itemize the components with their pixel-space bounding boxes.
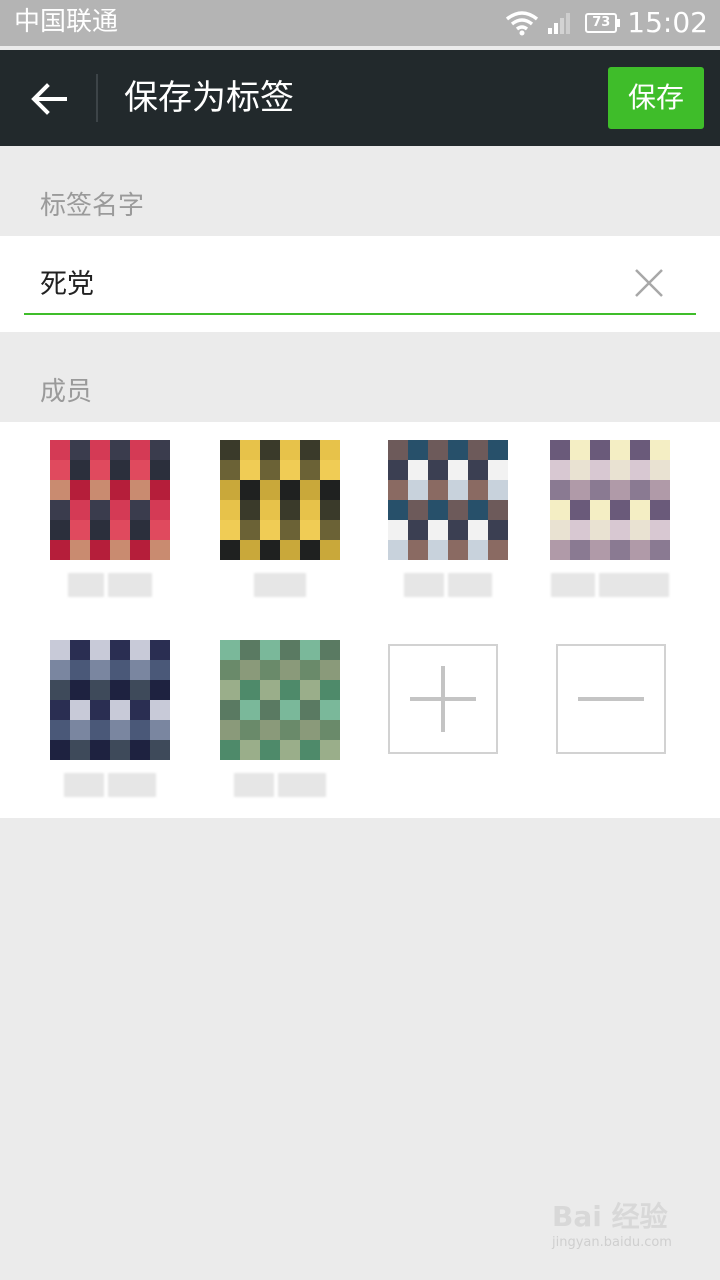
remove-member-button[interactable] — [556, 644, 666, 754]
member-name-blurred — [388, 570, 508, 600]
title-divider — [96, 74, 98, 122]
status-bar: 中国联通 73 15:02 — [0, 0, 720, 46]
watermark-text: Bai 经验 — [552, 1200, 668, 1233]
tag-name-label: 标签名字 — [40, 191, 145, 221]
title-bar: 保存为标签 保存 — [0, 50, 720, 146]
member-item[interactable] — [50, 640, 170, 800]
minus-icon — [578, 697, 644, 701]
save-button[interactable]: 保存 — [608, 67, 704, 129]
watermark-sub: jingyan.baidu.com — [552, 1235, 672, 1250]
member-name-blurred — [220, 770, 340, 800]
members-label: 成员 — [40, 377, 93, 407]
avatar — [550, 440, 670, 560]
back-button[interactable] — [24, 74, 74, 124]
member-name-blurred — [50, 570, 170, 600]
wifi-icon — [506, 11, 539, 36]
member-name-blurred — [550, 570, 670, 600]
clock: 15:02 — [627, 6, 708, 39]
plus-icon — [410, 666, 476, 732]
tag-name-underline — [24, 313, 696, 315]
member-name-blurred — [220, 570, 340, 600]
page-title: 保存为标签 — [124, 78, 294, 118]
tag-name-panel: 死党 — [0, 236, 720, 332]
member-item[interactable] — [50, 440, 170, 600]
member-item[interactable] — [550, 440, 670, 600]
baidu-watermark: Bai 经验 jingyan.baidu.com — [552, 1200, 692, 1264]
member-item[interactable] — [220, 640, 340, 800]
battery-level: 73 — [592, 15, 611, 30]
arrow-left-icon — [31, 83, 67, 115]
member-name-blurred — [50, 770, 170, 800]
tag-name-input[interactable]: 死党 — [40, 267, 94, 303]
members-panel — [0, 422, 720, 818]
avatar — [50, 640, 170, 760]
battery-icon: 73 — [585, 13, 621, 33]
close-icon[interactable] — [631, 265, 667, 301]
status-icons: 73 15:02 — [505, 4, 708, 42]
add-member-button[interactable] — [388, 644, 498, 754]
member-item[interactable] — [220, 440, 340, 600]
avatar — [220, 440, 340, 560]
member-item[interactable] — [388, 440, 508, 600]
avatar — [50, 440, 170, 560]
signal-icon — [548, 13, 571, 34]
avatar — [220, 640, 340, 760]
avatar — [388, 440, 508, 560]
carrier-name: 中国联通 — [14, 7, 119, 37]
